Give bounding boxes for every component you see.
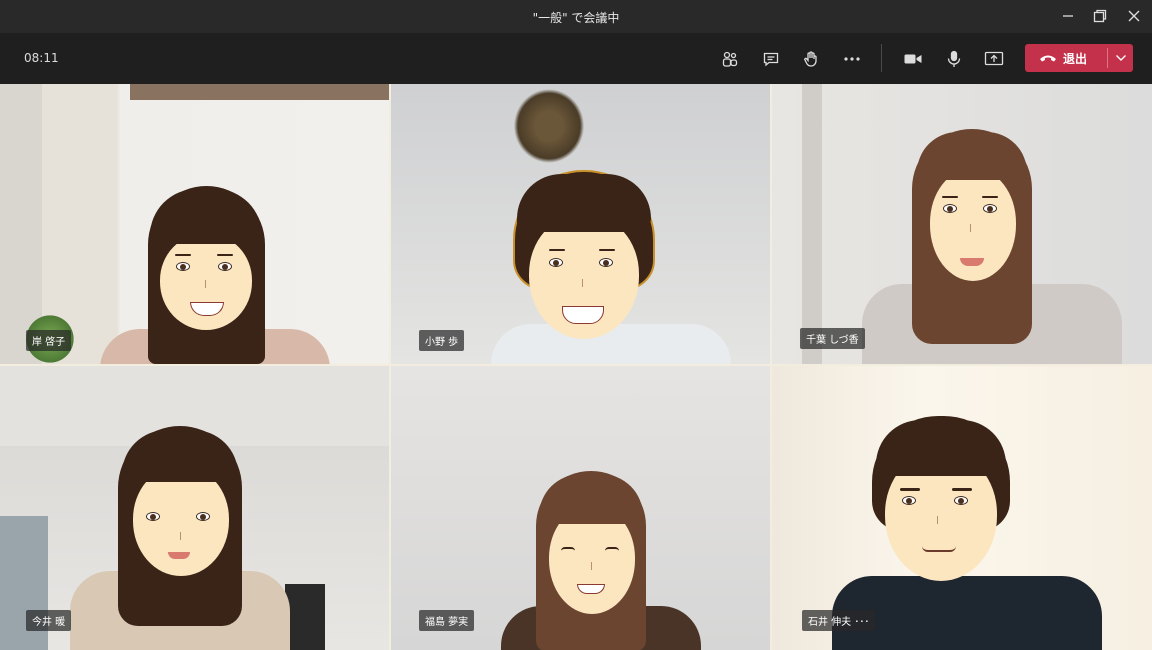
- raise-hand-icon[interactable]: [798, 46, 824, 72]
- participant-name: 小野 歩: [419, 330, 465, 351]
- video-tile[interactable]: 小野 歩: [391, 84, 770, 364]
- leave-button[interactable]: 退出: [1025, 44, 1133, 72]
- participant-name: 千葉 しづ香: [800, 328, 865, 349]
- chat-icon[interactable]: [758, 46, 784, 72]
- chevron-down-icon: [1115, 55, 1126, 61]
- participant-name: 福島 夢実: [419, 610, 475, 631]
- title-bar: "一般" で会議中: [0, 0, 1152, 33]
- call-timer: 08:11: [24, 51, 59, 65]
- close-icon[interactable]: [1123, 6, 1145, 26]
- restore-icon[interactable]: [1089, 6, 1111, 26]
- camera-icon[interactable]: [900, 46, 926, 72]
- participant-name: 今井 暖: [26, 610, 72, 631]
- window-title: "一般" で会議中: [532, 11, 620, 25]
- leave-label: 退出: [1063, 51, 1088, 66]
- participants-icon[interactable]: [717, 46, 743, 72]
- microphone-icon[interactable]: [941, 46, 967, 72]
- share-screen-icon[interactable]: [981, 46, 1007, 72]
- video-tile[interactable]: 岸 啓子: [0, 84, 389, 364]
- dried-flowers: [509, 84, 589, 168]
- toolbar-divider: [881, 44, 882, 72]
- leave-main[interactable]: 退出: [1025, 44, 1107, 72]
- door-frame: [802, 84, 822, 364]
- monitor: [285, 584, 325, 650]
- leave-options-button[interactable]: [1108, 44, 1133, 72]
- ceiling-beam: [130, 84, 389, 100]
- more-icon[interactable]: [839, 46, 865, 72]
- call-control-bar: 08:11 退出: [0, 33, 1152, 83]
- video-tile[interactable]: 千葉 しづ香: [772, 84, 1152, 364]
- video-tile[interactable]: 石井 伸夫 ･･･: [772, 366, 1152, 650]
- video-tile[interactable]: 今井 暖: [0, 366, 389, 650]
- video-tile[interactable]: 福島 夢実: [391, 366, 770, 650]
- hang-up-icon: [1040, 55, 1056, 62]
- video-grid: 岸 啓子 小野 歩 千葉 しづ香 今井 暖 福島 夢実 石井 伸夫 ･･･: [0, 84, 1152, 650]
- participant-name: 石井 伸夫 ･･･: [802, 610, 876, 631]
- minimize-icon[interactable]: [1057, 6, 1079, 26]
- participant-name: 岸 啓子: [26, 330, 72, 351]
